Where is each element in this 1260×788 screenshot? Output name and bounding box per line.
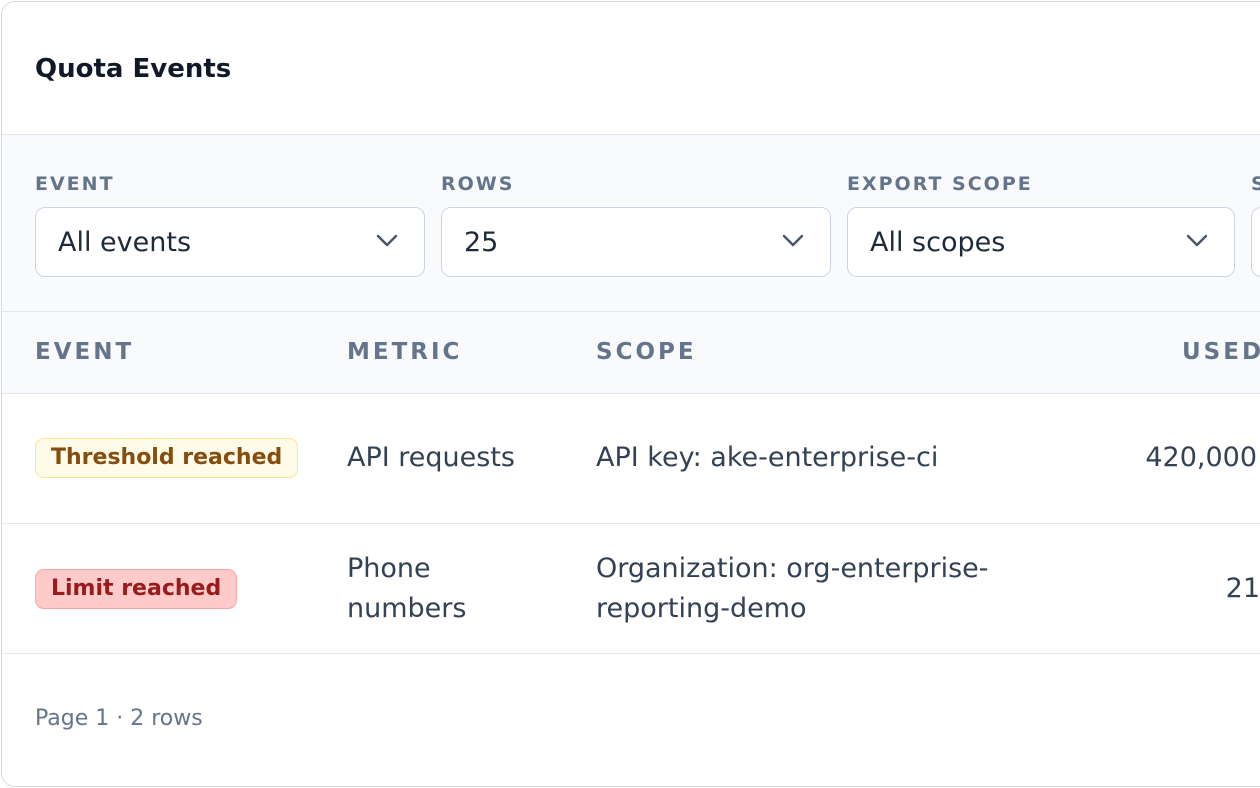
filter-bar: EVENT All events ROWS 25 EXPORT SCOPE Al… bbox=[2, 135, 1260, 312]
table-row[interactable]: Threshold reached API requests API key: … bbox=[2, 394, 1260, 524]
filter-label: ROWS bbox=[441, 173, 515, 195]
pagination-summary: Page 1 · 2 rows bbox=[35, 706, 203, 731]
metric-cell: Phone numbers bbox=[347, 553, 467, 624]
status-badge: Limit reached bbox=[35, 569, 238, 609]
chevron-down-icon bbox=[1186, 234, 1208, 247]
truncated-select[interactable] bbox=[1251, 207, 1260, 277]
filter-label: EXPORT SCOPE bbox=[847, 173, 1033, 195]
column-header-metric[interactable]: METRIC bbox=[347, 339, 462, 365]
page-title: Quota Events bbox=[35, 54, 232, 84]
table-header: EVENT METRIC SCOPE USED bbox=[2, 312, 1260, 394]
scope-cell: API key: ake-enterprise-ci bbox=[596, 442, 939, 473]
event-select[interactable]: All events bbox=[35, 207, 425, 277]
filter-label: S bbox=[1251, 173, 1260, 195]
status-badge: Threshold reached bbox=[35, 438, 299, 478]
column-header-scope[interactable]: SCOPE bbox=[596, 339, 697, 365]
column-header-used[interactable]: USED bbox=[1182, 339, 1260, 365]
select-value: All scopes bbox=[870, 227, 1006, 258]
chevron-down-icon bbox=[376, 234, 398, 247]
select-value: 25 bbox=[464, 227, 499, 258]
card-header: Quota Events bbox=[2, 2, 1260, 135]
column-header-event[interactable]: EVENT bbox=[35, 339, 134, 365]
scope-cell: Organization: org-enterprise-reporting-d… bbox=[596, 553, 989, 624]
used-cell: 420,000 bbox=[1145, 442, 1257, 473]
filter-label: EVENT bbox=[35, 173, 115, 195]
rows-select[interactable]: 25 bbox=[441, 207, 831, 277]
export-scope-select[interactable]: All scopes bbox=[847, 207, 1235, 277]
chevron-down-icon bbox=[782, 234, 804, 247]
metric-cell: API requests bbox=[347, 442, 515, 473]
quota-events-card: Quota Events EVENT All events ROWS 25 EX… bbox=[1, 1, 1260, 787]
select-value: All events bbox=[58, 227, 192, 258]
table-footer: Page 1 · 2 rows bbox=[2, 654, 1260, 786]
table-row[interactable]: Limit reached Phone numbers Organization… bbox=[2, 524, 1260, 654]
used-cell: 21 bbox=[1225, 573, 1260, 604]
